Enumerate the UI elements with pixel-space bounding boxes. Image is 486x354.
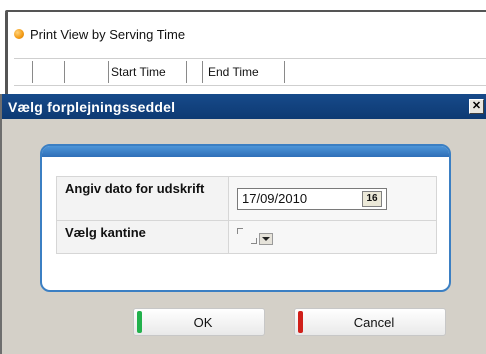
column-header-end-time[interactable]: End Time	[208, 65, 259, 79]
calendar-icon[interactable]: 16	[362, 190, 382, 207]
close-glyph: ✕	[471, 100, 482, 112]
form-panel: Angiv dato for udskrift 17/09/2010 16 Væ…	[40, 144, 451, 292]
column-separator[interactable]	[202, 61, 203, 83]
ok-button[interactable]: OK	[133, 308, 265, 336]
column-separator[interactable]	[186, 61, 187, 83]
panel-header-bar	[42, 146, 449, 157]
window-frame-left	[5, 10, 8, 94]
window-frame-top	[5, 10, 486, 12]
date-value: 17/09/2010	[242, 191, 308, 206]
cancel-button-label: Cancel	[353, 314, 395, 330]
cancel-button[interactable]: Cancel	[294, 308, 446, 336]
column-separator[interactable]	[32, 61, 33, 83]
form-row-canteen: Vælg kantine	[57, 221, 436, 253]
dialog-window: Vælg forplejningsseddel ✕ Angiv dato for…	[0, 94, 486, 354]
canteen-label: Vælg kantine	[57, 221, 229, 253]
background-title: Print View by Serving Time	[30, 26, 186, 42]
dialog-titlebar[interactable]: Vælg forplejningsseddel ✕	[2, 94, 486, 119]
form-table: Angiv dato for udskrift 17/09/2010 16 Væ…	[56, 176, 437, 254]
column-header-start-time[interactable]: Start Time	[111, 65, 166, 79]
column-header-row: Start Time End Time	[14, 58, 486, 86]
column-separator[interactable]	[284, 61, 285, 83]
date-field[interactable]: 17/09/2010 16	[237, 187, 387, 210]
form-row-date: Angiv dato for udskrift 17/09/2010 16	[57, 177, 436, 221]
background-title-row: Print View by Serving Time	[14, 24, 185, 44]
date-cell: 17/09/2010 16	[229, 177, 436, 220]
orange-dot-icon	[14, 29, 24, 39]
date-label: Angiv dato for udskrift	[57, 177, 229, 220]
dialog-title: Vælg forplejningsseddel	[8, 98, 176, 115]
select-corner-icon	[237, 228, 243, 234]
column-separator[interactable]	[64, 61, 65, 83]
close-icon[interactable]: ✕	[469, 99, 484, 114]
ok-button-label: OK	[193, 314, 213, 330]
column-separator[interactable]	[108, 61, 109, 83]
canteen-cell	[229, 221, 436, 253]
chevron-down-icon[interactable]	[259, 233, 273, 245]
select-corner-icon	[251, 238, 257, 244]
canteen-select[interactable]	[237, 228, 285, 246]
